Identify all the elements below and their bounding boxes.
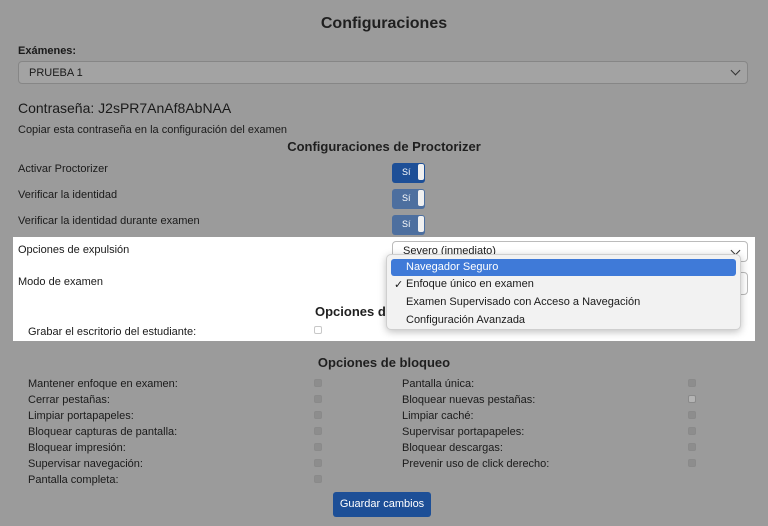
option-label: Navegador Seguro <box>406 261 499 273</box>
lock-label: Supervisar portapapeles: <box>402 426 525 438</box>
toggle-activate-proctorizer[interactable]: Sí <box>392 163 425 183</box>
toggle-label-activate: Activar Proctorizer <box>18 163 108 175</box>
lock-checkbox-block-screenshots[interactable] <box>314 427 322 435</box>
lock-label: Cerrar pestañas: <box>28 394 110 406</box>
toggle-value: Sí <box>402 193 411 203</box>
chevron-down-icon <box>730 65 741 76</box>
exams-select-value: PRUEBA 1 <box>29 67 83 79</box>
exam-mode-dropdown: Navegador Seguro ✓ Enfoque único en exam… <box>386 254 741 330</box>
toggle-knob <box>418 216 424 232</box>
lock-label: Pantalla completa: <box>28 474 119 486</box>
option-label: Examen Supervisado con Acceso a Navegaci… <box>406 296 641 308</box>
lock-checkbox-close-tabs[interactable] <box>314 395 322 403</box>
lock-label: Supervisar navegación: <box>28 458 143 470</box>
toggle-value: Sí <box>402 167 411 177</box>
toggle-verify-identity-during[interactable]: Sí <box>392 215 425 235</box>
lock-label: Bloquear nuevas pestañas: <box>402 394 536 406</box>
lock-label: Prevenir uso de click derecho: <box>402 458 550 470</box>
record-desktop-label: Grabar el escritorio del estudiante: <box>28 326 197 338</box>
record-desktop-checkbox[interactable] <box>314 326 322 334</box>
toggle-knob <box>418 164 424 180</box>
lock-checkbox-keep-focus[interactable] <box>314 379 322 387</box>
lock-checkbox-clear-cache[interactable] <box>688 411 696 419</box>
toggle-value: Sí <box>402 219 411 229</box>
option-label: Enfoque único en examen <box>406 278 534 290</box>
toggle-label-verify-during: Verificar la identidad durante examen <box>18 215 200 227</box>
page-title: Configuraciones <box>320 15 448 32</box>
lock-label: Bloquear capturas de pantalla: <box>28 426 178 438</box>
lock-checkbox-block-print[interactable] <box>314 443 322 451</box>
proctorizer-heading: Configuraciones de Proctorizer <box>287 139 481 154</box>
password-hint: Copiar esta contraseña en la configuraci… <box>18 124 288 136</box>
lock-label: Bloquear impresión: <box>28 442 126 454</box>
option-single-focus[interactable]: ✓ Enfoque único en examen <box>391 276 736 293</box>
lock-checkbox-block-new-tabs[interactable] <box>688 395 696 403</box>
toggle-label-verify: Verificar la identidad <box>18 189 118 201</box>
lock-checkbox-single-screen[interactable] <box>688 379 696 387</box>
lock-label: Limpiar caché: <box>402 410 474 422</box>
option-label: Configuración Avanzada <box>406 314 526 326</box>
option-advanced[interactable]: Configuración Avanzada <box>391 312 736 329</box>
option-supervised-browsing[interactable]: Examen Supervisado con Acceso a Navegaci… <box>391 294 736 311</box>
exams-select[interactable]: PRUEBA 1 <box>18 61 748 84</box>
lock-label: Pantalla única: <box>402 378 475 390</box>
exam-mode-label: Modo de examen <box>18 276 103 288</box>
toggle-knob <box>418 190 424 206</box>
recording-heading: Opciones de <box>315 304 394 319</box>
lock-heading: Opciones de bloqueo <box>317 355 451 370</box>
lock-checkbox-monitor-clipboard[interactable] <box>688 427 696 435</box>
option-secure-browser[interactable]: Navegador Seguro <box>391 259 736 276</box>
toggle-verify-identity[interactable]: Sí <box>392 189 425 209</box>
password-label: Contraseña: J2sPR7AnAf8AbNAA <box>18 100 232 116</box>
lock-label: Bloquear descargas: <box>402 442 503 454</box>
expulsion-label: Opciones de expulsión <box>18 244 130 256</box>
lock-label: Mantener enfoque en examen: <box>28 378 178 390</box>
exams-label: Exámenes: <box>18 45 77 57</box>
lock-checkbox-fullscreen[interactable] <box>314 475 322 483</box>
lock-checkbox-prevent-right-click[interactable] <box>688 459 696 467</box>
lock-checkbox-monitor-browsing[interactable] <box>314 459 322 467</box>
save-button[interactable]: Guardar cambios <box>333 492 431 517</box>
lock-checkbox-clear-clipboard[interactable] <box>314 411 322 419</box>
lock-checkbox-block-downloads[interactable] <box>688 443 696 451</box>
checkmark-icon: ✓ <box>394 279 404 291</box>
lock-label: Limpiar portapapeles: <box>28 410 134 422</box>
